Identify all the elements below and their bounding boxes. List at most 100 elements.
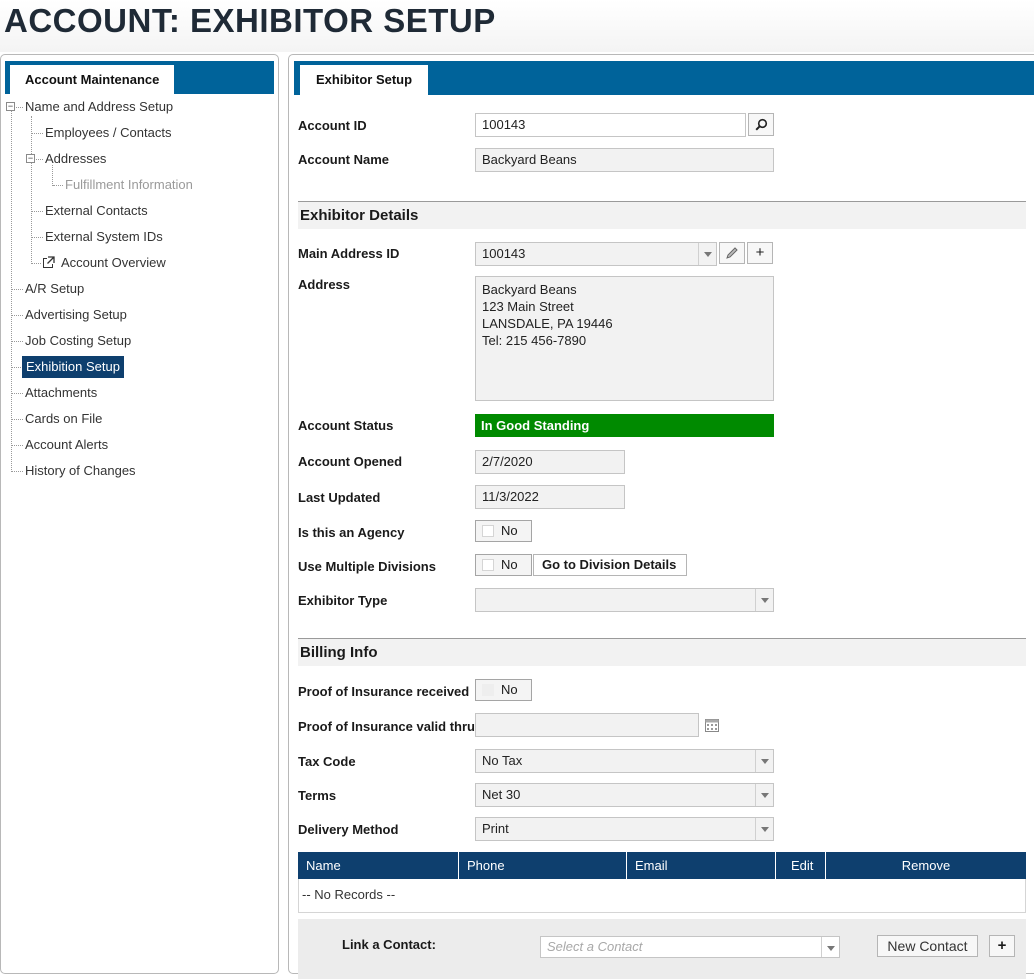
sidebar-item-cards-on-file[interactable]: Cards on File	[25, 408, 102, 430]
add-address-button[interactable]: +	[747, 242, 773, 264]
multiple-divisions-toggle[interactable]: No	[475, 554, 532, 576]
sidebar-item-history-of-changes[interactable]: History of Changes	[25, 460, 136, 482]
is-agency-toggle[interactable]: No	[475, 520, 532, 542]
last-updated-label: Last Updated	[298, 490, 381, 505]
sidebar-item-addresses[interactable]: Addresses	[45, 148, 106, 170]
delivery-method-dropdown[interactable]: Print	[475, 817, 774, 841]
chevron-down-icon[interactable]	[755, 784, 773, 806]
new-contact-button[interactable]: New Contact	[877, 935, 978, 957]
account-id-label: Account ID	[298, 118, 367, 133]
column-header-name[interactable]: Name	[298, 852, 459, 879]
chevron-down-icon[interactable]	[698, 243, 716, 265]
sidebar-item-external-contacts[interactable]: External Contacts	[45, 200, 148, 222]
sidebar-item-attachments[interactable]: Attachments	[25, 382, 97, 404]
account-id-field[interactable]: 100143	[475, 113, 746, 137]
main-address-id-label: Main Address ID	[298, 246, 400, 261]
tree-line	[32, 263, 41, 264]
toggle-knob	[482, 525, 494, 537]
select-contact-placeholder: Select a Contact	[547, 939, 643, 954]
tree-line	[32, 211, 43, 212]
select-contact-dropdown[interactable]: Select a Contact	[540, 936, 840, 958]
proof-insurance-toggle[interactable]: No	[475, 679, 532, 701]
tree-line	[32, 237, 43, 238]
tree-line	[12, 315, 23, 316]
go-to-division-details-button[interactable]: Go to Division Details	[533, 554, 687, 576]
exhibitor-type-label: Exhibitor Type	[298, 593, 388, 608]
sidebar-item-account-overview[interactable]: Account Overview	[61, 252, 166, 274]
link-contact-label: Link a Contact:	[342, 937, 436, 952]
chevron-down-icon[interactable]	[755, 750, 773, 772]
tree-line	[12, 419, 23, 420]
last-updated-field: 11/3/2022	[475, 485, 625, 509]
tree-line	[31, 116, 32, 264]
contacts-grid-empty: -- No Records --	[298, 879, 1026, 913]
edit-address-button[interactable]	[719, 242, 745, 264]
sidebar-item-external-system-ids[interactable]: External System IDs	[45, 226, 163, 248]
sidebar-item-employees-contacts[interactable]: Employees / Contacts	[45, 122, 171, 144]
main-address-id-dropdown[interactable]: 100143	[475, 242, 717, 266]
sidebar-item-fulfillment-information: Fulfillment Information	[65, 177, 193, 192]
address-line: Tel: 215 456-7890	[482, 333, 587, 348]
search-button[interactable]	[748, 113, 774, 136]
calendar-icon[interactable]	[705, 718, 719, 732]
exhibitor-type-dropdown[interactable]	[475, 588, 774, 612]
is-agency-label: Is this an Agency	[298, 525, 405, 540]
account-name-field: Backyard Beans	[475, 148, 774, 172]
column-header-edit: Edit	[776, 852, 826, 879]
chevron-down-icon[interactable]	[755, 589, 773, 611]
collapse-icon[interactable]: −	[26, 154, 35, 163]
sidebar-item-job-costing-setup[interactable]: Job Costing Setup	[25, 330, 131, 352]
exhibitor-details-header: Exhibitor Details	[298, 201, 1026, 229]
insurance-valid-thru-label: Proof of Insurance valid thru	[298, 719, 475, 734]
tree-line	[32, 133, 43, 134]
search-icon	[754, 118, 767, 131]
tree-line	[11, 111, 12, 472]
proof-insurance-label: Proof of Insurance received	[298, 684, 470, 699]
tree-line	[12, 393, 23, 394]
tree-line	[53, 185, 63, 186]
external-link-icon	[43, 256, 55, 268]
account-opened-label: Account Opened	[298, 454, 403, 469]
column-header-email[interactable]: Email	[627, 852, 776, 879]
sidebar-item-exhibition-setup[interactable]: Exhibition Setup	[22, 356, 124, 378]
delivery-method-label: Delivery Method	[298, 822, 399, 837]
column-header-remove: Remove	[901, 858, 951, 873]
tab-account-maintenance[interactable]: Account Maintenance	[10, 65, 175, 94]
is-agency-value: No	[501, 523, 518, 538]
chevron-down-icon[interactable]	[821, 937, 839, 957]
toggle-knob	[482, 559, 494, 571]
address-line: 123 Main Street	[482, 299, 574, 314]
multiple-divisions-label: Use Multiple Divisions	[298, 559, 436, 574]
sidebar-item-advertising-setup[interactable]: Advertising Setup	[25, 304, 127, 326]
sidebar-item-name-and-address-setup[interactable]: Name and Address Setup	[25, 96, 173, 118]
terms-label: Terms	[298, 788, 337, 803]
terms-dropdown[interactable]: Net 30	[475, 783, 774, 807]
collapse-icon[interactable]: −	[6, 102, 15, 111]
proof-insurance-value: No	[501, 682, 518, 697]
page-title: ACCOUNT: EXHIBITOR SETUP	[4, 2, 496, 39]
status-badge: In Good Standing	[475, 414, 774, 437]
tree-line	[36, 159, 43, 160]
tax-code-value: No Tax	[482, 753, 523, 768]
column-header-phone[interactable]: Phone	[459, 852, 627, 879]
add-contact-button[interactable]: +	[989, 935, 1015, 957]
account-opened-field: 2/7/2020	[475, 450, 625, 474]
tree-line	[12, 471, 23, 472]
page-header: ACCOUNT: EXHIBITOR SETUP	[0, 0, 1034, 52]
sidebar-item-ar-setup[interactable]: A/R Setup	[25, 278, 84, 300]
address-line: Backyard Beans	[482, 282, 577, 297]
plus-icon: +	[755, 244, 765, 261]
toggle-knob	[482, 684, 494, 696]
tab-exhibitor-setup[interactable]: Exhibitor Setup	[300, 65, 429, 95]
terms-value: Net 30	[482, 787, 521, 802]
insurance-valid-thru-field[interactable]	[475, 713, 699, 737]
billing-info-header: Billing Info	[298, 638, 1026, 666]
tax-code-dropdown[interactable]: No Tax	[475, 749, 774, 773]
tree-line	[12, 445, 23, 446]
address-line: LANSDALE, PA 19446	[482, 316, 613, 331]
chevron-down-icon[interactable]	[755, 818, 773, 840]
address-box: Backyard Beans 123 Main Street LANSDALE,…	[475, 276, 774, 401]
main-address-id-value: 100143	[482, 246, 526, 261]
panel-tab-bar: Account Maintenance	[5, 61, 274, 94]
sidebar-item-account-alerts[interactable]: Account Alerts	[25, 434, 108, 456]
